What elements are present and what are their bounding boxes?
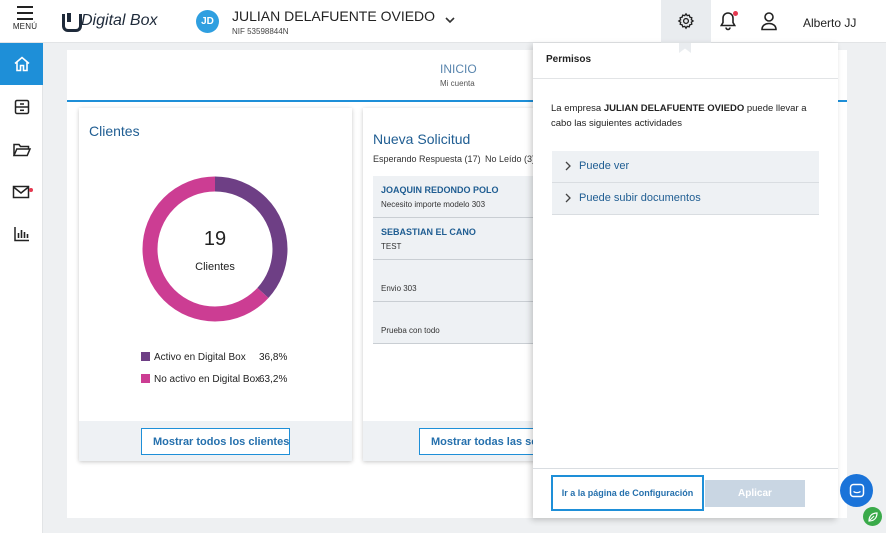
- legend-activo-label: Activo en Digital Box: [154, 352, 246, 363]
- sidebar-item-mail[interactable]: [0, 171, 43, 213]
- clientes-total-label: Clientes: [195, 261, 235, 273]
- list-item[interactable]: SEBASTIAN EL CANO TEST: [373, 218, 541, 260]
- eco-badge[interactable]: [863, 507, 882, 526]
- home-icon: [13, 56, 30, 72]
- solicitud-title: Nueva Solicitud: [373, 131, 471, 147]
- client-name[interactable]: JULIAN DELAFUENTE OVIEDO: [232, 8, 435, 24]
- filter-waiting[interactable]: Esperando Respuesta (17): [373, 154, 481, 164]
- list-item[interactable]: JOAQUIN REDONDO POLO Necesito importe mo…: [373, 176, 541, 218]
- clientes-title: Clientes: [89, 123, 140, 139]
- tab-inicio-label: INICIO: [440, 62, 477, 76]
- sidebar-item-home[interactable]: [0, 43, 43, 85]
- permisos-panel: Permisos La empresa JULIAN DELAFUENTE OV…: [533, 43, 838, 518]
- permission-label: Puede ver: [579, 160, 630, 172]
- list-item[interactable]: Envio 303: [373, 260, 541, 302]
- legend-no-activo: No activo en Digital Box 63,2%: [141, 374, 287, 385]
- divider: [533, 468, 838, 469]
- chevron-right-icon: [565, 193, 571, 203]
- chat-button[interactable]: [840, 474, 873, 507]
- sidebar-item-archive[interactable]: [0, 86, 43, 128]
- request-subject: TEST: [381, 242, 402, 251]
- leaf-icon: [867, 511, 878, 522]
- filter-unread[interactable]: No Leído (3): [485, 154, 535, 164]
- request-subject: Necesito importe modelo 303: [381, 200, 486, 209]
- show-all-clients-button[interactable]: Mostrar todos los clientes: [141, 428, 290, 455]
- gear-icon: [677, 12, 695, 30]
- settings-button[interactable]: [661, 0, 711, 43]
- request-sender: JOAQUIN REDONDO POLO: [381, 185, 499, 195]
- sidebar-item-reports[interactable]: [0, 213, 43, 255]
- mail-unread-badge: [29, 188, 33, 192]
- mail-icon: [12, 185, 30, 199]
- bar-chart-icon: [13, 227, 29, 242]
- sidebar: [0, 43, 43, 533]
- logo-text: Digital Box: [81, 12, 158, 29]
- chat-icon: [849, 483, 864, 497]
- permisos-title: Permisos: [546, 54, 592, 65]
- hamburger-icon: [17, 6, 33, 20]
- apply-button[interactable]: Aplicar: [705, 480, 805, 507]
- divider: [533, 78, 838, 79]
- legend-no-activo-label: No activo en Digital Box: [154, 374, 261, 385]
- user-name[interactable]: Alberto JJ: [803, 16, 856, 30]
- permission-puede-subir[interactable]: Puede subir documentos: [552, 183, 819, 215]
- desc-company: JULIAN DELAFUENTE OVIEDO: [603, 103, 745, 114]
- legend-activo-pct: 36,8%: [259, 352, 288, 363]
- menu-label: MENÚ: [12, 22, 38, 31]
- request-subject: Prueba con todo: [381, 326, 440, 335]
- chevron-down-icon[interactable]: [443, 13, 457, 27]
- tab-inicio[interactable]: INICIO Mi cuenta: [440, 62, 477, 88]
- clientes-total: 19: [203, 228, 227, 250]
- desc-prefix: La empresa: [551, 103, 604, 114]
- permisos-description: La empresa JULIAN DELAFUENTE OVIEDO pued…: [551, 101, 826, 131]
- legend-no-activo-pct: 63,2%: [259, 374, 288, 385]
- sidebar-item-folder[interactable]: [0, 129, 43, 171]
- app-logo[interactable]: Digital Box: [62, 11, 158, 32]
- tab-inicio-sublabel: Mi cuenta: [440, 79, 475, 88]
- permission-puede-ver[interactable]: Puede ver: [552, 151, 819, 183]
- clientes-card-footer: Mostrar todos los clientes: [79, 421, 352, 461]
- logo-mark-icon: [62, 12, 82, 32]
- go-to-config-button[interactable]: Ir a la página de Configuración: [551, 475, 704, 511]
- permission-label: Puede subir documentos: [579, 192, 701, 204]
- legend-activo-swatch: [141, 352, 150, 361]
- request-list: JOAQUIN REDONDO POLO Necesito importe mo…: [373, 176, 541, 344]
- notification-badge: [733, 11, 738, 16]
- chevron-right-icon: [565, 161, 571, 171]
- user-icon[interactable]: [760, 11, 778, 31]
- show-all-requests-button[interactable]: Mostrar todas las solicitudes: [419, 428, 539, 455]
- client-avatar[interactable]: JD: [196, 10, 219, 33]
- legend-no-activo-swatch: [141, 374, 150, 383]
- archive-icon: [14, 99, 29, 115]
- list-item[interactable]: Prueba con todo: [373, 302, 541, 344]
- client-nif: NIF 53598844N: [232, 27, 289, 36]
- clientes-card: Clientes 19 Clientes Activo en Digital B…: [79, 108, 352, 461]
- top-bar: MENÚ Digital Box JD JULIAN DELAFUENTE OV…: [0, 0, 886, 43]
- menu-button[interactable]: MENÚ: [9, 4, 41, 38]
- clientes-donut: 19 Clientes: [142, 176, 288, 322]
- folder-icon: [12, 143, 31, 157]
- request-sender: SEBASTIAN EL CANO: [381, 227, 476, 237]
- request-subject: Envio 303: [381, 284, 417, 293]
- legend-activo: Activo en Digital Box 36,8%: [141, 352, 287, 363]
